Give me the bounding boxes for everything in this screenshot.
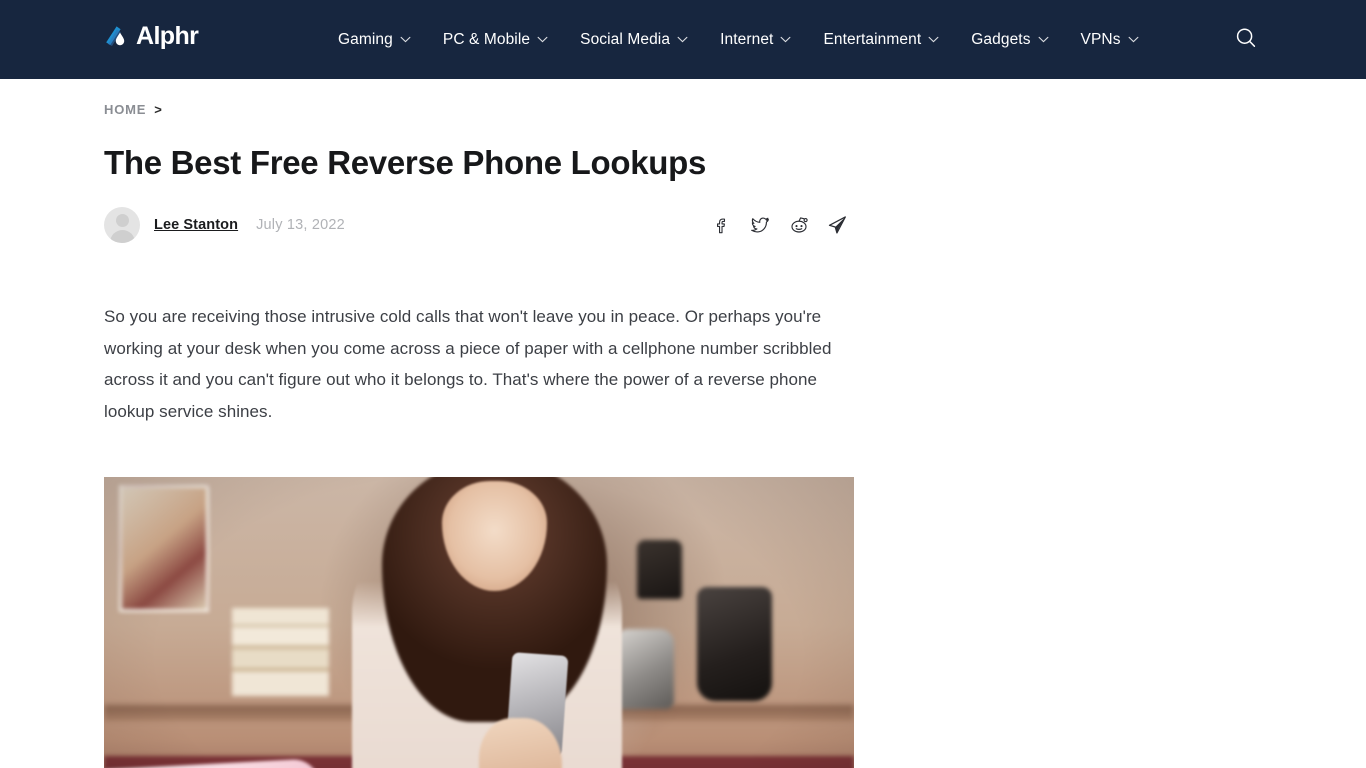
article-byline: Lee Stanton July 13, 2022 <box>104 203 854 247</box>
nav-item-gadgets[interactable]: Gadgets <box>955 0 1064 79</box>
chevron-down-icon <box>677 36 688 43</box>
breadcrumb-separator-icon: > <box>154 101 163 117</box>
nav-item-gaming[interactable]: Gaming <box>322 0 427 79</box>
avatar-body-shape <box>109 230 135 243</box>
main-navigation: Gaming PC & Mobile Social Media Internet… <box>322 0 1155 79</box>
hero-photo-background <box>104 477 854 768</box>
user-avatar-icon <box>104 207 140 243</box>
nav-item-social-media[interactable]: Social Media <box>564 0 704 79</box>
article: HOME > The Best Free Reverse Phone Looku… <box>104 79 854 768</box>
chevron-down-icon <box>1128 36 1139 43</box>
share-buttons <box>710 215 854 236</box>
nav-item-pc-mobile[interactable]: PC & Mobile <box>427 0 564 79</box>
chevron-down-icon <box>537 36 548 43</box>
nav-label: Internet <box>720 30 774 48</box>
byline-author-group: Lee Stanton July 13, 2022 <box>104 207 345 243</box>
breadcrumb-item-home[interactable]: HOME <box>104 102 146 117</box>
article-intro-paragraph: So you are receiving those intrusive col… <box>104 307 832 421</box>
nav-item-vpns[interactable]: VPNs <box>1065 0 1155 79</box>
breadcrumb: HOME > <box>104 100 854 118</box>
reddit-icon[interactable] <box>788 215 809 236</box>
nav-label: PC & Mobile <box>442 30 531 48</box>
nav-label: Gaming <box>338 30 393 48</box>
nav-label: Social Media <box>580 30 671 48</box>
nav-item-internet[interactable]: Internet <box>704 0 807 79</box>
brand-logo-link[interactable]: Alphr <box>103 22 199 50</box>
paper-plane-icon[interactable] <box>827 215 848 236</box>
page-title: The Best Free Reverse Phone Lookups <box>104 144 707 181</box>
author-name-link[interactable]: Lee Stanton <box>154 217 238 233</box>
nav-label: Entertainment <box>823 30 922 48</box>
publish-date: July 13, 2022 <box>256 217 345 233</box>
search-icon <box>1234 26 1258 53</box>
alphr-logo-icon <box>103 23 129 49</box>
facebook-icon[interactable] <box>710 215 731 236</box>
chevron-down-icon <box>928 36 939 43</box>
photo-vignette <box>104 477 854 768</box>
article-hero-image <box>104 477 854 768</box>
site-header: Alphr Gaming PC & Mobile Social Media In… <box>0 0 1366 79</box>
chevron-down-icon <box>400 36 411 43</box>
search-button[interactable] <box>1230 23 1262 55</box>
avatar-head-shape <box>115 214 129 227</box>
nav-item-entertainment[interactable]: Entertainment <box>807 0 955 79</box>
page-content: HOME > The Best Free Reverse Phone Looku… <box>0 79 1366 768</box>
brand-name: Alphr <box>136 22 199 50</box>
twitter-icon[interactable] <box>749 215 770 236</box>
chevron-down-icon <box>780 36 791 43</box>
nav-label: Gadgets <box>971 30 1031 48</box>
chevron-down-icon <box>1038 36 1049 43</box>
nav-label: VPNs <box>1080 30 1121 48</box>
